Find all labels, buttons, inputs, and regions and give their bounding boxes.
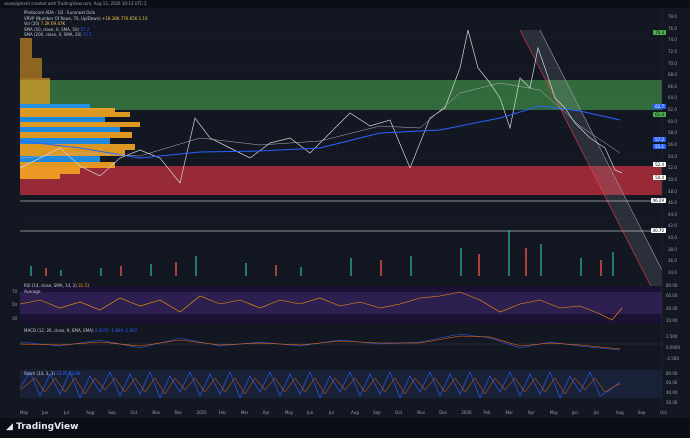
price-axis-label: 64.0 — [668, 95, 677, 101]
macd-axis-mid: 0.0000 — [666, 345, 680, 350]
price-tag-7: 50.4 — [653, 175, 666, 180]
price-chart[interactable] — [0, 8, 690, 408]
chart-frame: savepigment created with TradingView.com… — [0, 0, 690, 438]
time-axis-label: Feb — [483, 410, 491, 415]
price-axis-label: 40.0 — [668, 235, 677, 241]
time-axis-label: Feb — [218, 410, 226, 415]
time-axis-label: May — [284, 410, 294, 415]
time-axis-label: Mar — [505, 410, 514, 415]
price-axis-label: 38.0 — [668, 246, 677, 252]
rsi-legend[interactable]: RSI (14, close, SMA, 14, 2) 31.51 — [24, 283, 90, 288]
stoch-legend[interactable]: Stoch (14, 3, 3) 33.25 32.96 — [24, 371, 80, 376]
time-axis-label: Jun — [571, 410, 578, 415]
price-axis-label: 44.0 — [668, 211, 677, 217]
tradingview-logo[interactable]: ◢ TradingView — [6, 422, 78, 432]
price-axis-label: 72.0 — [668, 48, 677, 54]
rsi-axis-80: 80.00 — [666, 283, 678, 288]
price-axis-label: 36.0 — [668, 258, 677, 264]
stoch-axis-40: 40.00 — [666, 390, 678, 395]
price-axis-label: 56.0 — [668, 142, 677, 147]
stoch-axis-80: 80.00 — [666, 371, 678, 376]
price-axis-label: 60.0 — [668, 118, 677, 124]
time-axis-label: Dec — [439, 410, 448, 415]
time-axis-label: Oct — [130, 410, 138, 415]
stoch-axis-60: 60.00 — [666, 380, 678, 385]
legend-sma200[interactable]: SMA (200, close, 0, SMA, 20) 55.1 — [24, 32, 148, 38]
time-axis-label: Oct — [660, 410, 667, 415]
time-axis-label: May — [20, 410, 29, 415]
price-tag-4: 57.2 — [653, 137, 666, 142]
footer-bar: ◢ TradingView — [0, 418, 690, 438]
macd-axis-bottom: -2.500 — [666, 356, 679, 361]
price-axis-label: 62.0 — [668, 107, 677, 113]
time-axis-label: Nov — [152, 410, 161, 415]
main-legend: Photocore ADA · 1D · Euronext Oslo VRVP … — [24, 10, 148, 38]
time-axis-label: Jul — [64, 410, 69, 415]
price-tag-2: 62.7 — [653, 104, 666, 109]
time-axis-label: Jul — [593, 410, 599, 415]
time-axis-label: Dec — [174, 410, 183, 415]
price-axis-label: 70.0 — [668, 60, 677, 66]
price-axis-label: 78.0 — [668, 14, 677, 19]
time-axis-label: Nov — [417, 410, 426, 415]
price-tag-3: 61.4 — [653, 112, 666, 117]
price-axis-label: 46.0 — [668, 200, 677, 206]
time-axis-label: 2025 — [196, 410, 207, 415]
time-axis-label: Sep — [637, 410, 646, 415]
price-tag-5: 55.1 — [653, 144, 666, 149]
price-tag-9: 40.70 — [650, 228, 666, 233]
rsi-axis-40: 40.00 — [666, 306, 678, 311]
price-axis-label: 48.0 — [668, 188, 677, 194]
macd-legend[interactable]: MACD (12, 26, close, 9, EMA, EMA) 0.0274… — [24, 328, 137, 333]
price-axis-label: 68.0 — [668, 72, 677, 78]
macd-axis-top: 2.500 — [666, 334, 678, 339]
top-caption: savepigment created with TradingView.com… — [0, 0, 690, 8]
price-axis-label: 76.0 — [668, 25, 677, 31]
time-axis-label: May — [549, 410, 558, 415]
time-axis-label: Sep — [373, 410, 381, 415]
price-axis-label: 54.0 — [668, 153, 677, 159]
red-zone — [20, 166, 662, 195]
price-tag-1: 76.3 — [653, 30, 666, 35]
time-axis-label: Sep — [108, 410, 116, 415]
time-axis-label: Apr — [262, 410, 270, 415]
price-axis-label: 58.0 — [668, 130, 677, 136]
time-axis-label: Oct — [395, 410, 403, 415]
time-axis-label: Aug — [351, 410, 359, 415]
time-axis-label: Jun — [306, 410, 314, 415]
rsi-axis-60: 60.00 — [666, 293, 678, 298]
time-axis-label: Aug — [615, 410, 624, 415]
price-axis-label: 74.0 — [668, 37, 677, 43]
rsi-mark-70: 70 — [12, 289, 18, 294]
rsi-average-label: Average — [24, 289, 41, 294]
time-axis-label: Aug — [86, 410, 95, 415]
stoch-axis-20: 20.00 — [666, 400, 678, 405]
price-axis-label: 66.0 — [668, 83, 677, 89]
price-axis-label: 50.0 — [668, 176, 677, 182]
time-axis-label: 2026 — [461, 410, 472, 415]
rsi-axis-20: 20.00 — [666, 318, 678, 323]
tv-logo-icon: ◢ — [6, 422, 17, 432]
price-tag-8: 46.29 — [650, 198, 666, 203]
time-axis-label: Mar — [240, 410, 249, 415]
rsi-mark-50: 50 — [12, 302, 18, 307]
price-axis-label: 52.0 — [668, 165, 677, 171]
time-axis-label: Jul — [328, 410, 334, 415]
time-axis-label: Jun — [42, 410, 49, 415]
price-axis-label: 34.0 — [668, 270, 677, 275]
price-axis-label: 42.0 — [668, 223, 677, 229]
rsi-mark-30: 30 — [12, 316, 18, 321]
time-axis-label: Apr — [527, 410, 535, 415]
price-tag-6: 52.4 — [653, 162, 666, 167]
